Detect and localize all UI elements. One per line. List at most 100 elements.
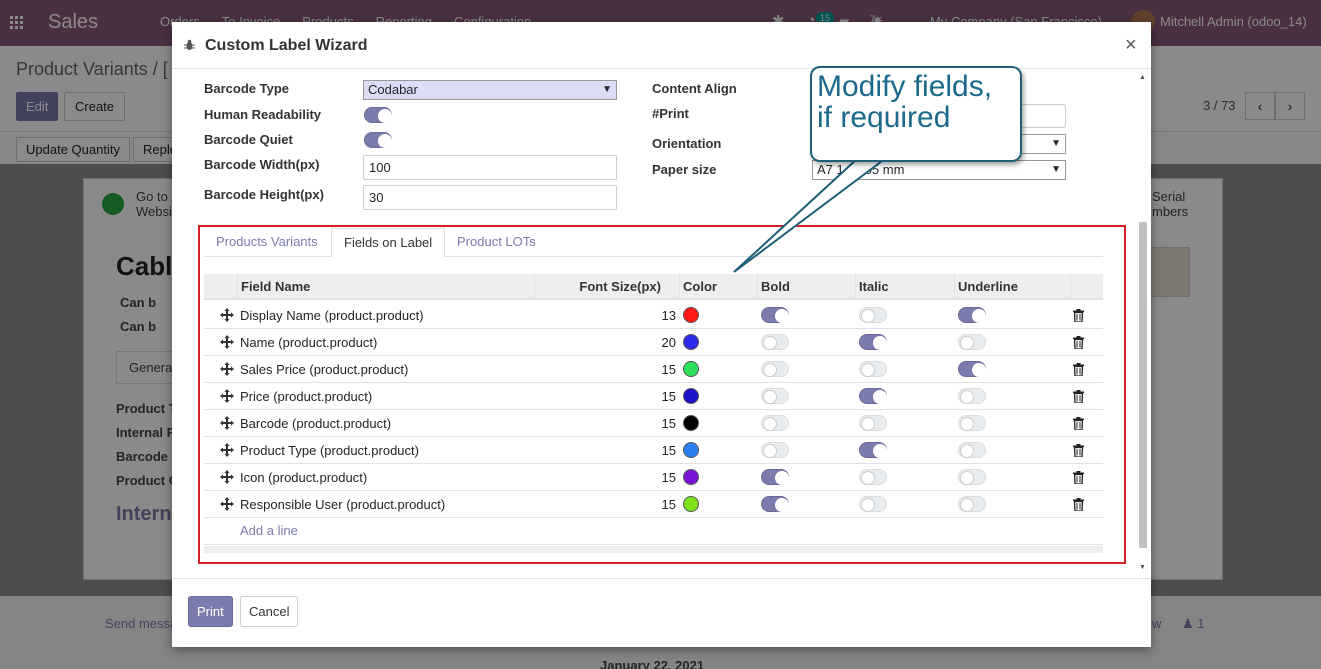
font-size-cell[interactable]: 15 <box>535 356 676 383</box>
field-name-cell[interactable]: Price (product.product) <box>240 383 372 410</box>
field-name-cell[interactable]: Name (product.product) <box>240 329 377 356</box>
underline-toggle[interactable] <box>958 361 986 377</box>
paper-size-select[interactable]: A7 1 x 105 mm ▼ <box>812 160 1066 180</box>
bold-toggle[interactable] <box>761 442 789 458</box>
italic-toggle[interactable] <box>859 496 887 512</box>
bold-toggle[interactable] <box>761 388 789 404</box>
font-size-cell[interactable]: 13 <box>535 302 676 329</box>
scroll-up-icon[interactable]: ▲ <box>1139 74 1146 81</box>
italic-toggle[interactable] <box>859 415 887 431</box>
modal-scrollbar[interactable]: ▲ ▼ <box>1137 72 1149 576</box>
bold-toggle[interactable] <box>761 469 789 485</box>
barcode-width-input[interactable]: 100 <box>363 155 617 180</box>
underline-toggle[interactable] <box>958 469 986 485</box>
color-swatch[interactable] <box>683 442 699 458</box>
print-button[interactable]: Print <box>188 596 233 627</box>
drag-handle-icon[interactable] <box>220 443 234 457</box>
column-italic[interactable]: Italic <box>856 274 955 300</box>
drag-handle-icon[interactable] <box>220 497 234 511</box>
font-size-cell[interactable]: 15 <box>535 491 676 518</box>
underline-toggle[interactable] <box>958 334 986 350</box>
trash-icon[interactable] <box>1073 471 1084 484</box>
human-readability-label: Human Readability <box>204 107 322 122</box>
color-swatch[interactable] <box>683 361 699 377</box>
column-color[interactable]: Color <box>680 274 758 300</box>
table-row[interactable]: Name (product.product) 20 <box>204 329 1103 356</box>
field-name-cell[interactable]: Sales Price (product.product) <box>240 356 408 383</box>
trash-icon[interactable] <box>1073 390 1084 403</box>
table-row[interactable]: Responsible User (product.product) 15 <box>204 491 1103 518</box>
italic-toggle[interactable] <box>859 307 887 323</box>
trash-icon[interactable] <box>1073 417 1084 430</box>
tab-product-lots[interactable]: Product LOTs <box>445 228 548 258</box>
column-bold[interactable]: Bold <box>758 274 856 300</box>
table-row[interactable]: Barcode (product.product) 15 <box>204 410 1103 437</box>
drag-handle-icon[interactable] <box>220 416 234 430</box>
table-row[interactable]: Sales Price (product.product) 15 <box>204 356 1103 383</box>
trash-icon[interactable] <box>1073 444 1084 457</box>
drag-handle-icon[interactable] <box>220 335 234 349</box>
callout-text: Modify fields, if required <box>817 70 993 134</box>
underline-toggle[interactable] <box>958 388 986 404</box>
bold-toggle[interactable] <box>761 496 789 512</box>
trash-icon[interactable] <box>1073 363 1084 376</box>
underline-toggle[interactable] <box>958 415 986 431</box>
column-font-size[interactable]: Font Size(px) <box>535 274 680 300</box>
bug-icon <box>184 39 195 50</box>
font-size-cell[interactable]: 15 <box>535 437 676 464</box>
scrollbar-thumb[interactable] <box>1139 222 1147 548</box>
italic-toggle[interactable] <box>859 334 887 350</box>
italic-toggle[interactable] <box>859 361 887 377</box>
table-row[interactable]: Price (product.product) 15 <box>204 383 1103 410</box>
field-name-cell[interactable]: Barcode (product.product) <box>240 410 391 437</box>
italic-toggle[interactable] <box>859 442 887 458</box>
bold-toggle[interactable] <box>761 415 789 431</box>
add-a-line-link[interactable]: Add a line <box>240 523 298 538</box>
font-size-cell[interactable]: 20 <box>535 329 676 356</box>
bold-toggle[interactable] <box>761 361 789 377</box>
font-size-cell[interactable]: 15 <box>535 383 676 410</box>
table-row[interactable]: Icon (product.product) 15 <box>204 464 1103 491</box>
drag-handle-icon[interactable] <box>220 308 234 322</box>
color-swatch[interactable] <box>683 388 699 404</box>
field-name-cell[interactable]: Icon (product.product) <box>240 464 367 491</box>
cancel-button[interactable]: Cancel <box>240 596 299 627</box>
bold-toggle[interactable] <box>761 307 789 323</box>
column-underline[interactable]: Underline <box>955 274 1071 300</box>
tab-fields-on-label[interactable]: Fields on Label <box>331 228 446 258</box>
color-swatch[interactable] <box>683 469 699 485</box>
color-swatch[interactable] <box>683 496 699 512</box>
underline-toggle[interactable] <box>958 496 986 512</box>
italic-toggle[interactable] <box>859 469 887 485</box>
drag-handle-icon[interactable] <box>220 389 234 403</box>
drag-handle-icon[interactable] <box>220 362 234 376</box>
trash-icon[interactable] <box>1073 309 1084 322</box>
underline-toggle[interactable] <box>958 307 986 323</box>
barcode-height-input[interactable]: 30 <box>363 185 617 210</box>
tab-products-variants[interactable]: Products Variants <box>204 228 330 258</box>
color-swatch[interactable] <box>683 307 699 323</box>
field-name-cell[interactable]: Display Name (product.product) <box>240 302 424 329</box>
color-swatch[interactable] <box>683 415 699 431</box>
italic-toggle[interactable] <box>859 388 887 404</box>
column-field-name[interactable]: Field Name <box>238 274 535 300</box>
table-row[interactable]: Product Type (product.product) 15 <box>204 437 1103 464</box>
bold-toggle[interactable] <box>761 334 789 350</box>
field-name-cell[interactable]: Responsible User (product.product) <box>240 491 445 518</box>
barcode-type-select[interactable]: Codabar ▼ <box>363 80 617 100</box>
trash-icon[interactable] <box>1073 498 1084 511</box>
scroll-down-icon[interactable]: ▼ <box>1139 564 1146 571</box>
handle-column-header <box>204 274 238 300</box>
font-size-cell[interactable]: 15 <box>535 464 676 491</box>
barcode-type-value: Codabar <box>368 82 418 97</box>
font-size-cell[interactable]: 15 <box>535 410 676 437</box>
color-swatch[interactable] <box>683 334 699 350</box>
trash-icon[interactable] <box>1073 336 1084 349</box>
close-icon[interactable]: × <box>1125 34 1137 57</box>
field-name-cell[interactable]: Product Type (product.product) <box>240 437 419 464</box>
human-readability-toggle[interactable] <box>364 107 392 123</box>
drag-handle-icon[interactable] <box>220 470 234 484</box>
barcode-quiet-toggle[interactable] <box>364 132 392 148</box>
table-row[interactable]: Display Name (product.product) 13 <box>204 302 1103 329</box>
underline-toggle[interactable] <box>958 442 986 458</box>
